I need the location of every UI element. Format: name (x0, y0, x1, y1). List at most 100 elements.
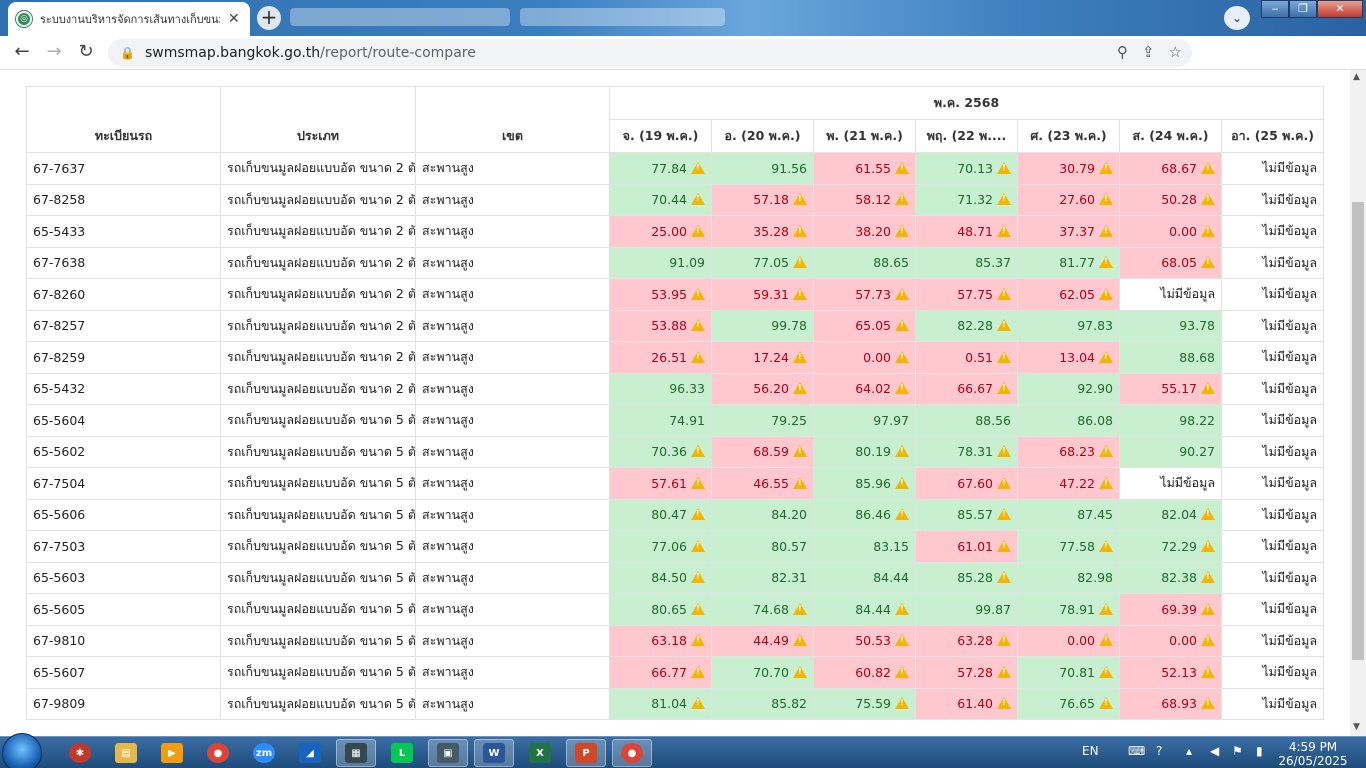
file-explorer-icon[interactable]: ▤ (106, 739, 146, 767)
score-cell[interactable]: 47.22 (1017, 467, 1120, 500)
score-cell[interactable]: 72.29 (1119, 530, 1222, 563)
score-cell[interactable]: 86.46 (813, 498, 916, 531)
header-day[interactable]: ศ. (23 พ.ค.) (1017, 119, 1120, 153)
help-icon[interactable]: ? (1156, 744, 1162, 758)
score-cell[interactable]: 93.78 (1119, 309, 1222, 342)
header-day[interactable]: ส. (24 พ.ค.) (1119, 119, 1222, 153)
browser-tab[interactable]: ◎ ระบบงานบริหารจัดการเส้นทางเก็บขนมูล ✕ (8, 2, 250, 36)
score-cell[interactable]: ไม่มีข้อมูล (1119, 467, 1222, 500)
warning-icon[interactable] (1099, 476, 1113, 489)
score-cell[interactable]: 84.50 (609, 561, 712, 594)
score-cell[interactable]: 80.65 (609, 593, 712, 626)
score-cell[interactable]: 82.98 (1017, 561, 1120, 594)
score-cell[interactable]: 56.20 (711, 372, 814, 405)
warning-icon[interactable] (1099, 224, 1113, 237)
score-cell[interactable]: 92.90 (1017, 372, 1120, 405)
score-cell[interactable]: 62.05 (1017, 278, 1120, 311)
score-cell[interactable]: 84.44 (813, 561, 916, 594)
maximize-button[interactable]: ❐ (1289, 0, 1317, 18)
warning-icon[interactable] (691, 571, 705, 584)
warning-icon[interactable] (1201, 382, 1215, 395)
warning-icon[interactable] (793, 476, 807, 489)
header-type[interactable]: ประเภท (220, 86, 416, 153)
warning-icon[interactable] (895, 665, 909, 678)
score-cell[interactable]: ไม่มีข้อมูล (1220, 467, 1325, 500)
score-cell[interactable]: 27.60 (1017, 183, 1120, 216)
media-player-icon[interactable]: ▶ (152, 739, 192, 767)
score-cell[interactable]: ไม่มีข้อมูล (1220, 152, 1325, 185)
warning-icon[interactable] (997, 382, 1011, 395)
warning-icon[interactable] (895, 319, 909, 332)
score-cell[interactable]: 97.97 (813, 404, 916, 437)
warning-icon[interactable] (895, 508, 909, 521)
warning-icon[interactable] (1099, 287, 1113, 300)
score-cell[interactable]: 46.55 (711, 467, 814, 500)
warning-icon[interactable] (1099, 193, 1113, 206)
keyboard-icon[interactable]: ⌨ (1128, 744, 1145, 758)
warning-icon[interactable] (1201, 665, 1215, 678)
scrollbar-thumb[interactable] (1352, 202, 1364, 660)
score-cell[interactable]: 85.57 (915, 498, 1018, 531)
score-cell[interactable]: ไม่มีข้อมูล (1220, 404, 1325, 437)
score-cell[interactable]: 88.68 (1119, 341, 1222, 374)
score-cell[interactable]: 57.73 (813, 278, 916, 311)
warning-icon[interactable] (691, 161, 705, 174)
score-cell[interactable]: 66.67 (915, 372, 1018, 405)
warning-icon[interactable] (1099, 445, 1113, 458)
score-cell[interactable]: ไม่มีข้อมูล (1220, 215, 1325, 248)
score-cell[interactable]: 61.01 (915, 530, 1018, 563)
warning-icon[interactable] (1201, 224, 1215, 237)
warning-icon[interactable] (895, 161, 909, 174)
warning-icon[interactable] (997, 161, 1011, 174)
score-cell[interactable]: ไม่มีข้อมูล (1220, 561, 1325, 594)
score-cell[interactable]: ไม่มีข้อมูล (1220, 656, 1325, 689)
warning-icon[interactable] (997, 571, 1011, 584)
header-district[interactable]: เขต (415, 86, 610, 153)
score-cell[interactable]: ไม่มีข้อมูล (1220, 530, 1325, 563)
score-cell[interactable]: 67.60 (915, 467, 1018, 500)
score-cell[interactable]: ไม่มีข้อมูล (1220, 341, 1325, 374)
zoom-icon[interactable]: ⚲ (1117, 43, 1128, 61)
warning-icon[interactable] (793, 634, 807, 647)
score-cell[interactable]: 61.55 (813, 152, 916, 185)
warning-icon[interactable] (997, 665, 1011, 678)
warning-icon[interactable] (997, 350, 1011, 363)
score-cell[interactable]: 80.57 (711, 530, 814, 563)
taskbar-app-2[interactable]: ◢ (290, 739, 330, 767)
warning-icon[interactable] (895, 445, 909, 458)
warning-icon[interactable] (895, 476, 909, 489)
warning-icon[interactable] (1201, 634, 1215, 647)
header-day[interactable]: อา. (25 พ.ค.) (1220, 119, 1325, 153)
warning-icon[interactable] (691, 634, 705, 647)
url-text[interactable]: swmsmap.bangkok.go.th/report/route-compa… (145, 45, 476, 61)
warning-icon[interactable] (1201, 193, 1215, 206)
score-cell[interactable]: 63.28 (915, 624, 1018, 657)
warning-icon[interactable] (1201, 571, 1215, 584)
warning-icon[interactable] (997, 634, 1011, 647)
chrome-icon[interactable]: ● (198, 739, 238, 767)
score-cell[interactable]: 52.13 (1119, 656, 1222, 689)
score-cell[interactable]: ไม่มีข้อมูล (1220, 687, 1325, 720)
warning-icon[interactable] (997, 476, 1011, 489)
score-cell[interactable]: 75.59 (813, 687, 916, 720)
score-cell[interactable]: 58.12 (813, 183, 916, 216)
score-cell[interactable]: 25.00 (609, 215, 712, 248)
score-cell[interactable]: ไม่มีข้อมูล (1220, 593, 1325, 626)
close-window-button[interactable]: ✕ (1317, 0, 1363, 18)
warning-icon[interactable] (793, 224, 807, 237)
taskbar-app-4[interactable]: ▣ (428, 739, 468, 767)
zoom-app-icon[interactable]: zm (244, 739, 284, 767)
warning-icon[interactable] (691, 539, 705, 552)
score-cell[interactable]: ไม่มีข้อมูล (1220, 183, 1325, 216)
warning-icon[interactable] (1099, 539, 1113, 552)
score-cell[interactable]: 82.28 (915, 309, 1018, 342)
score-cell[interactable]: 60.82 (813, 656, 916, 689)
scroll-up-icon[interactable]: ▲ (1353, 72, 1360, 82)
warning-icon[interactable] (1099, 665, 1113, 678)
warning-icon[interactable] (895, 697, 909, 710)
scroll-down-icon[interactable]: ▼ (1353, 722, 1360, 732)
warning-icon[interactable] (1201, 697, 1215, 710)
score-cell[interactable]: 50.28 (1119, 183, 1222, 216)
score-cell[interactable]: 71.32 (915, 183, 1018, 216)
warning-icon[interactable] (793, 665, 807, 678)
